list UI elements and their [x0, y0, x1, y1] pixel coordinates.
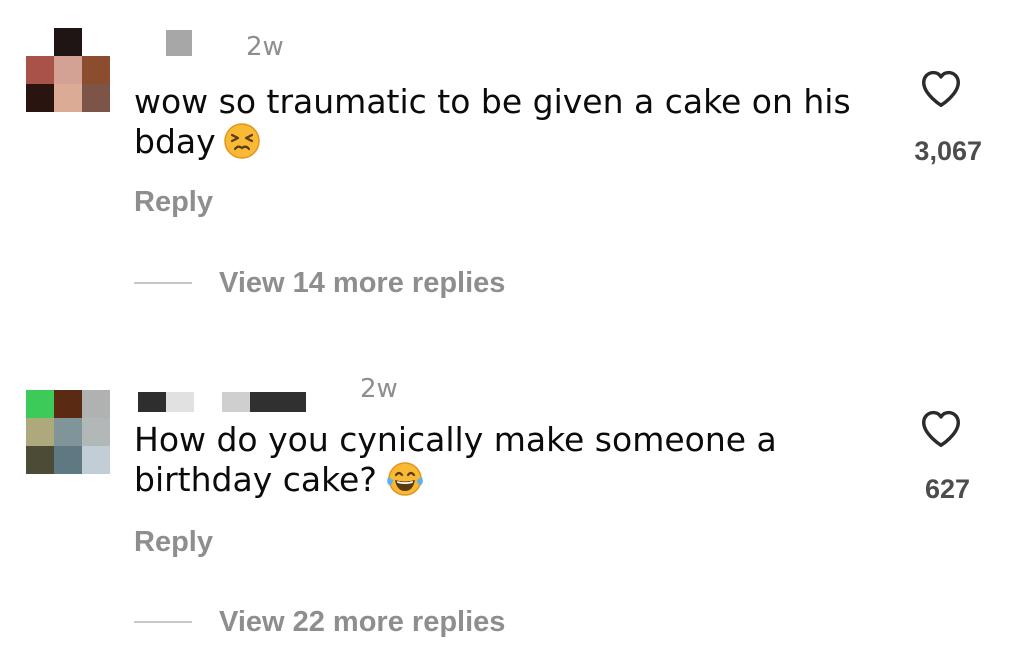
avatar-pixel: [26, 390, 54, 418]
username-redacted[interactable]: [166, 30, 192, 56]
avatar-pixel: [82, 28, 110, 56]
like-button[interactable]: [919, 68, 963, 108]
tears-of-joy-emoji: [385, 461, 425, 506]
avatar-pixel: [26, 56, 54, 84]
comment-body: How do you cynically make someone a birt…: [134, 420, 777, 499]
avatar-pixel: [26, 446, 54, 474]
avatar-pixel: [54, 28, 82, 56]
reply-button[interactable]: Reply: [134, 526, 213, 559]
view-more-replies[interactable]: View 14 more replies: [134, 266, 505, 300]
avatar-pixel: [82, 446, 110, 474]
avatar-pixel: [26, 418, 54, 446]
avatar-pixel: [54, 390, 82, 418]
username-redacted[interactable]: [138, 392, 306, 412]
avatar[interactable]: [26, 28, 110, 112]
reply-button[interactable]: Reply: [134, 186, 213, 219]
avatar-pixel: [54, 84, 82, 112]
avatar-pixel: [82, 84, 110, 112]
thread-divider-line: [134, 621, 192, 623]
comment-timestamp: 2w: [246, 32, 284, 62]
username-redaction-block: [222, 392, 250, 412]
avatar-pixel: [26, 28, 54, 56]
thread-divider-line: [134, 282, 192, 284]
like-count: 627: [924, 474, 970, 504]
username-redaction-block: [166, 30, 192, 56]
heart-outline-icon: [921, 410, 960, 447]
comment-text: wow so traumatic to be given a cake on h…: [134, 82, 894, 168]
avatar-pixel: [82, 56, 110, 84]
avatar-pixel: [54, 446, 82, 474]
avatar-pixel: [54, 56, 82, 84]
username-redaction-block: [250, 392, 306, 412]
heart-outline-icon: [921, 70, 960, 108]
view-more-replies-label: View 14 more replies: [219, 266, 506, 299]
avatar[interactable]: [26, 390, 110, 474]
view-more-replies-label: View 22 more replies: [219, 605, 506, 638]
like-count: 3,067: [914, 136, 982, 166]
avatar-pixel: [82, 390, 110, 418]
avatar-pixel: [82, 418, 110, 446]
username-redaction-block: [138, 392, 166, 412]
username-redaction-block: [166, 392, 194, 412]
comment: 2w wow so traumatic to be given a cake o…: [0, 0, 1020, 330]
persevering-face-emoji: [223, 123, 260, 168]
view-more-replies[interactable]: View 22 more replies: [134, 605, 505, 639]
comment-timestamp: 2w: [360, 374, 398, 404]
like-button[interactable]: [919, 408, 963, 448]
comment-text: How do you cynically make someone a birt…: [134, 420, 894, 506]
comment: 2w How do you cynically make someone a b…: [0, 340, 1020, 670]
avatar-pixel: [54, 418, 82, 446]
avatar-pixel: [26, 84, 54, 112]
